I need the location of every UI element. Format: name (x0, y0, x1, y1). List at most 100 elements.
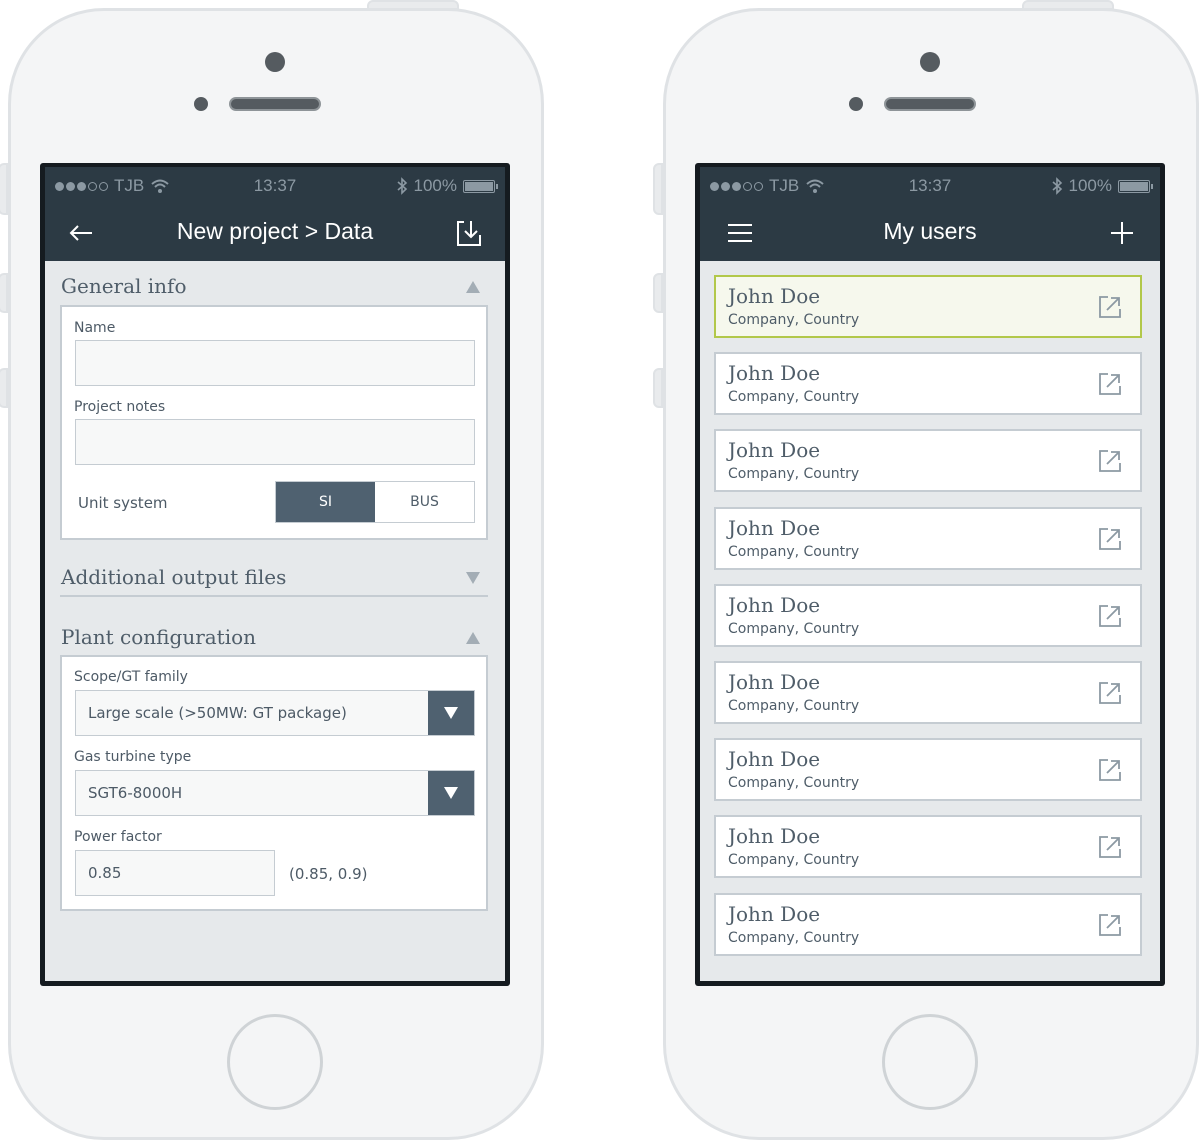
user-card[interactable]: John Doe Company, Country (714, 506, 1142, 570)
dropdown-arrow-icon[interactable] (428, 691, 474, 735)
scope-gt-family-label: Scope/GT family (74, 669, 188, 685)
home-button[interactable] (227, 1014, 323, 1110)
collapse-triangle-icon[interactable] (465, 631, 481, 645)
mute-switch (653, 163, 663, 215)
unit-system-label: Unit system (78, 494, 168, 512)
page-title: New project > Data (176, 218, 374, 244)
user-name: John Doe (728, 284, 821, 308)
bluetooth-icon (1051, 177, 1062, 195)
status-bar: TJB 13:37 100% (45, 167, 505, 205)
scope-gt-family-value: Large scale (>50MW: GT package) (88, 704, 347, 722)
user-company-country: Company, Country (728, 620, 860, 637)
plant-configuration-panel: Scope/GT family Large scale (>50MW: GT p… (60, 655, 488, 911)
gas-turbine-type-select[interactable]: SGT6-8000H (75, 770, 475, 816)
volume-up-button (653, 273, 663, 313)
user-company-country: Company, Country (728, 466, 860, 483)
project-notes-input[interactable] (75, 419, 475, 465)
unit-option-bus[interactable]: BUS (375, 482, 474, 522)
screen-left: TJB 13:37 100% New project > Data Genera… (40, 163, 510, 986)
status-bar: TJB 13:37 100% (700, 167, 1160, 205)
project-notes-label: Project notes (74, 399, 166, 415)
section-title-general-info: General info (61, 274, 187, 298)
user-company-country: Company, Country (728, 929, 860, 946)
expand-triangle-icon[interactable] (465, 571, 481, 585)
volume-down-button (0, 368, 8, 408)
battery-percentage: 100% (413, 176, 457, 195)
volume-up-button (0, 273, 8, 313)
power-button (367, 0, 459, 10)
navigation-bar: My users (700, 205, 1160, 261)
user-name: John Doe (728, 824, 821, 849)
proximity-sensor (194, 97, 208, 111)
plus-icon[interactable] (1106, 217, 1138, 249)
user-name: John Doe (728, 361, 821, 386)
user-card[interactable]: John Doe Company, Country (714, 661, 1142, 724)
user-company-country: Company, Country (728, 312, 860, 328)
name-input[interactable] (75, 340, 475, 386)
user-name: John Doe (728, 515, 821, 540)
section-divider (60, 595, 488, 597)
user-name: John Doe (728, 592, 821, 617)
earpiece-speaker (229, 97, 321, 111)
battery-icon (1118, 179, 1153, 193)
battery-icon (463, 179, 498, 193)
unit-system-toggle[interactable]: SI BUS (275, 481, 475, 523)
bluetooth-icon (396, 177, 407, 195)
page-title: My users (883, 218, 977, 244)
mute-switch (0, 163, 8, 215)
user-company-country: Company, Country (728, 698, 860, 714)
gas-turbine-type-value: SGT6-8000H (88, 784, 183, 802)
general-info-header[interactable]: General info (61, 266, 489, 310)
user-company-country: Company, Country (728, 389, 860, 406)
user-card[interactable]: John Doe Company, Country (714, 429, 1142, 493)
user-card[interactable]: John Doe Company, Country (714, 583, 1142, 647)
user-name: John Doe (728, 747, 821, 772)
external-link-icon[interactable] (1098, 527, 1122, 551)
external-link-icon[interactable] (1098, 913, 1122, 937)
user-company-country: Company, Country (728, 543, 860, 560)
screen-right: TJB 13:37 100% My users John Doe Company,… (695, 163, 1165, 986)
external-link-icon[interactable] (1098, 835, 1122, 859)
my-users-screen: TJB 13:37 100% My users John Doe Company,… (700, 167, 1160, 981)
user-card[interactable]: John Doe Company, Country (714, 815, 1142, 879)
external-link-icon[interactable] (1098, 604, 1122, 628)
battery-percentage: 100% (1068, 176, 1112, 195)
scope-gt-family-select[interactable]: Large scale (>50MW: GT package) (75, 690, 475, 736)
name-label: Name (74, 320, 116, 336)
power-factor-range: (0.85, 0.9) (289, 865, 368, 883)
user-card[interactable]: John Doe Company, Country (714, 738, 1142, 802)
user-card[interactable]: John Doe Company, Country (714, 892, 1142, 956)
external-link-icon[interactable] (1098, 758, 1122, 782)
user-name: John Doe (728, 670, 821, 694)
external-link-icon[interactable] (1098, 449, 1122, 473)
power-factor-value: 0.85 (88, 864, 122, 882)
gas-turbine-type-label: Gas turbine type (74, 749, 192, 765)
collapse-triangle-icon[interactable] (465, 280, 481, 294)
power-button (1022, 0, 1114, 10)
download-icon[interactable] (453, 217, 485, 249)
proximity-sensor (849, 97, 863, 111)
front-camera (920, 52, 940, 72)
user-company-country: Company, Country (728, 852, 860, 869)
power-factor-label: Power factor (74, 829, 162, 845)
section-title-plant-configuration: Plant configuration (61, 625, 257, 649)
home-button[interactable] (882, 1014, 978, 1110)
user-company-country: Company, Country (728, 775, 860, 792)
user-name: John Doe (728, 901, 821, 926)
front-camera (265, 52, 285, 72)
unit-option-si[interactable]: SI (276, 482, 375, 522)
section-title-additional-output: Additional output files (61, 565, 287, 589)
external-link-icon[interactable] (1098, 681, 1122, 705)
user-card[interactable]: John Doe Company, Country (714, 275, 1142, 338)
user-name: John Doe (728, 438, 821, 463)
earpiece-speaker (884, 97, 976, 111)
volume-down-button (653, 368, 663, 408)
external-link-icon[interactable] (1098, 295, 1122, 319)
general-info-panel: Name Project notes Unit system SI BUS (60, 305, 488, 540)
user-card[interactable]: John Doe Company, Country (714, 352, 1142, 416)
navigation-bar: New project > Data (45, 205, 505, 261)
external-link-icon[interactable] (1098, 372, 1122, 396)
dropdown-arrow-icon[interactable] (428, 771, 474, 815)
project-data-screen: TJB 13:37 100% New project > Data Genera… (45, 167, 505, 981)
power-factor-input[interactable]: 0.85 (75, 850, 275, 896)
